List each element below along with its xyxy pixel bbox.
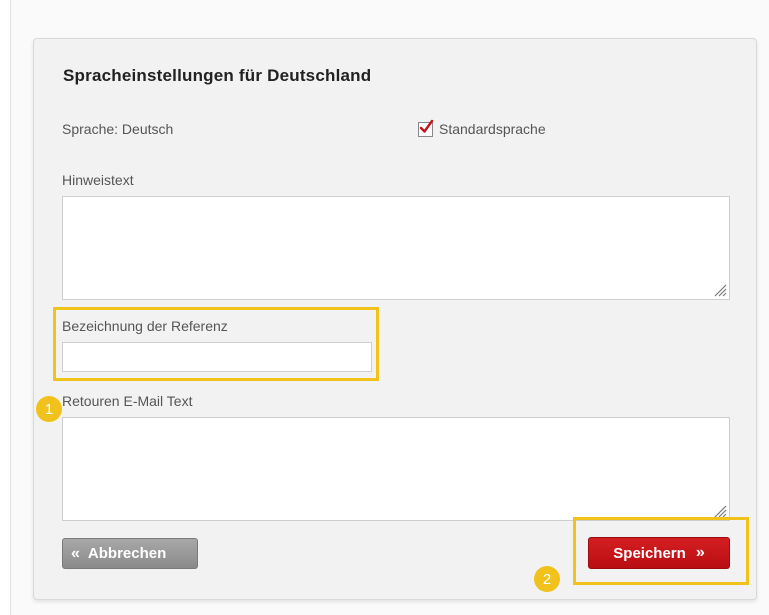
save-highlight-box xyxy=(573,517,749,585)
default-language-label: Standardsprache xyxy=(439,121,546,137)
resize-grip-icon[interactable] xyxy=(713,283,727,297)
panel-title: Spracheinstellungen für Deutschland xyxy=(63,66,372,85)
step-badge-1: 1 xyxy=(36,396,62,422)
step-badge-2: 2 xyxy=(534,566,560,592)
reference-highlight-box xyxy=(53,307,379,381)
language-label: Sprache: Deutsch xyxy=(62,121,174,137)
cancel-button[interactable]: « Abbrechen xyxy=(62,538,198,569)
cancel-button-label: Abbrechen xyxy=(87,545,167,562)
returns-email-label: Retouren E-Mail Text xyxy=(62,393,193,409)
double-chevron-left-icon: « xyxy=(71,544,80,562)
hint-text-label: Hinweistext xyxy=(62,172,134,188)
hint-text-area[interactable] xyxy=(62,196,730,300)
default-language-option[interactable]: Standardsprache xyxy=(418,119,546,137)
checkmark-icon xyxy=(419,119,434,133)
returns-email-text-area[interactable] xyxy=(62,417,730,521)
resize-grip-icon[interactable] xyxy=(713,504,727,518)
default-language-checkbox[interactable] xyxy=(418,119,434,137)
